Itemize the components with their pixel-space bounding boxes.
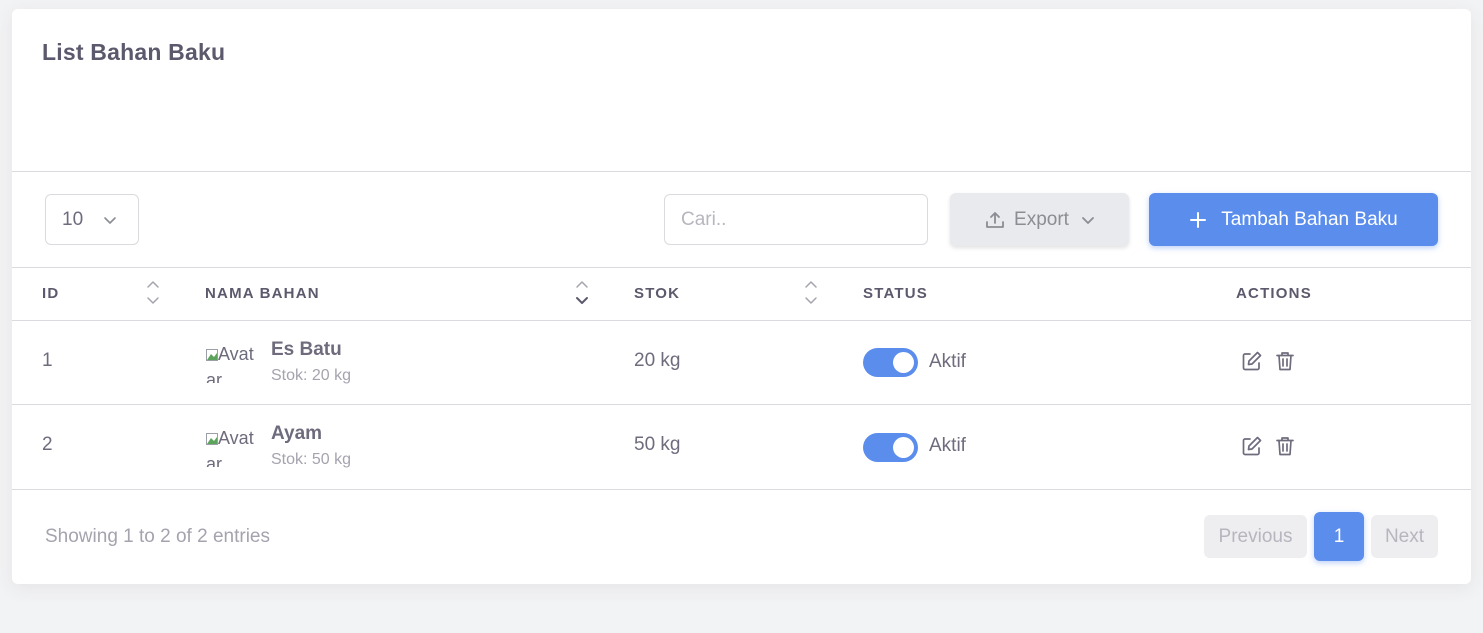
sort-icon[interactable] bbox=[575, 279, 589, 307]
broken-image-icon bbox=[206, 349, 218, 361]
item-name: Ayam bbox=[271, 423, 323, 444]
status-label: Aktif bbox=[929, 435, 966, 456]
edit-icon[interactable] bbox=[1241, 350, 1263, 372]
page-length-value: 10 bbox=[62, 208, 84, 230]
plus-icon bbox=[1190, 211, 1207, 228]
column-header-actions: ACTIONS bbox=[1236, 285, 1312, 302]
sort-icon[interactable] bbox=[804, 279, 818, 307]
avatar: Avatar bbox=[206, 425, 262, 467]
item-stock-sub: Stok: 20 kg bbox=[271, 367, 352, 384]
chevron-down-icon bbox=[104, 216, 116, 224]
row-id: 2 bbox=[42, 434, 53, 455]
status-toggle[interactable] bbox=[863, 433, 918, 462]
table-bottom-divider bbox=[12, 489, 1471, 490]
avatar: Avatar bbox=[206, 341, 262, 383]
table-row: 1 Avatar Es Batu Stok: 20 kg 20 kg Aktif bbox=[12, 321, 1471, 405]
status-label: Aktif bbox=[929, 351, 966, 372]
item-name: Es Batu bbox=[271, 339, 342, 360]
edit-icon[interactable] bbox=[1241, 435, 1263, 457]
add-label: Tambah Bahan Baku bbox=[1221, 208, 1398, 230]
page-length-select[interactable]: 10 bbox=[45, 194, 139, 245]
table-top-divider bbox=[12, 267, 1471, 268]
row-id: 1 bbox=[42, 350, 53, 371]
row-stock: 20 kg bbox=[634, 350, 681, 371]
bahan-baku-card: List Bahan Baku 10 Export Tambah Bahan B… bbox=[12, 9, 1471, 584]
trash-icon[interactable] bbox=[1274, 350, 1296, 372]
export-label: Export bbox=[1014, 208, 1069, 230]
toggle-knob bbox=[893, 437, 914, 458]
toggle-knob bbox=[893, 352, 914, 373]
upload-icon bbox=[986, 211, 1004, 228]
row-stock: 50 kg bbox=[634, 434, 681, 455]
page-1-button[interactable]: 1 bbox=[1314, 512, 1364, 561]
column-header-nama-bahan[interactable]: NAMA BAHAN bbox=[205, 285, 320, 302]
column-header-status: STATUS bbox=[863, 285, 928, 302]
previous-page-button[interactable]: Previous bbox=[1204, 515, 1307, 558]
header-divider bbox=[12, 171, 1471, 172]
item-stock-sub: Stok: 50 kg bbox=[271, 451, 352, 468]
page-title: List Bahan Baku bbox=[42, 39, 226, 65]
next-page-button[interactable]: Next bbox=[1371, 515, 1438, 558]
export-button[interactable]: Export bbox=[950, 193, 1129, 246]
status-toggle[interactable] bbox=[863, 348, 918, 377]
broken-image-icon bbox=[206, 433, 218, 445]
sort-icon[interactable] bbox=[146, 279, 160, 307]
entries-info: Showing 1 to 2 of 2 entries bbox=[45, 526, 270, 547]
trash-icon[interactable] bbox=[1274, 435, 1296, 457]
chevron-down-icon bbox=[1082, 216, 1094, 224]
column-header-id[interactable]: ID bbox=[42, 285, 59, 302]
add-bahan-baku-button[interactable]: Tambah Bahan Baku bbox=[1149, 193, 1438, 246]
search-input[interactable] bbox=[664, 194, 928, 245]
table-row: 2 Avatar Ayam Stok: 50 kg 50 kg Aktif bbox=[12, 405, 1471, 489]
column-header-stok[interactable]: STOK bbox=[634, 285, 680, 302]
